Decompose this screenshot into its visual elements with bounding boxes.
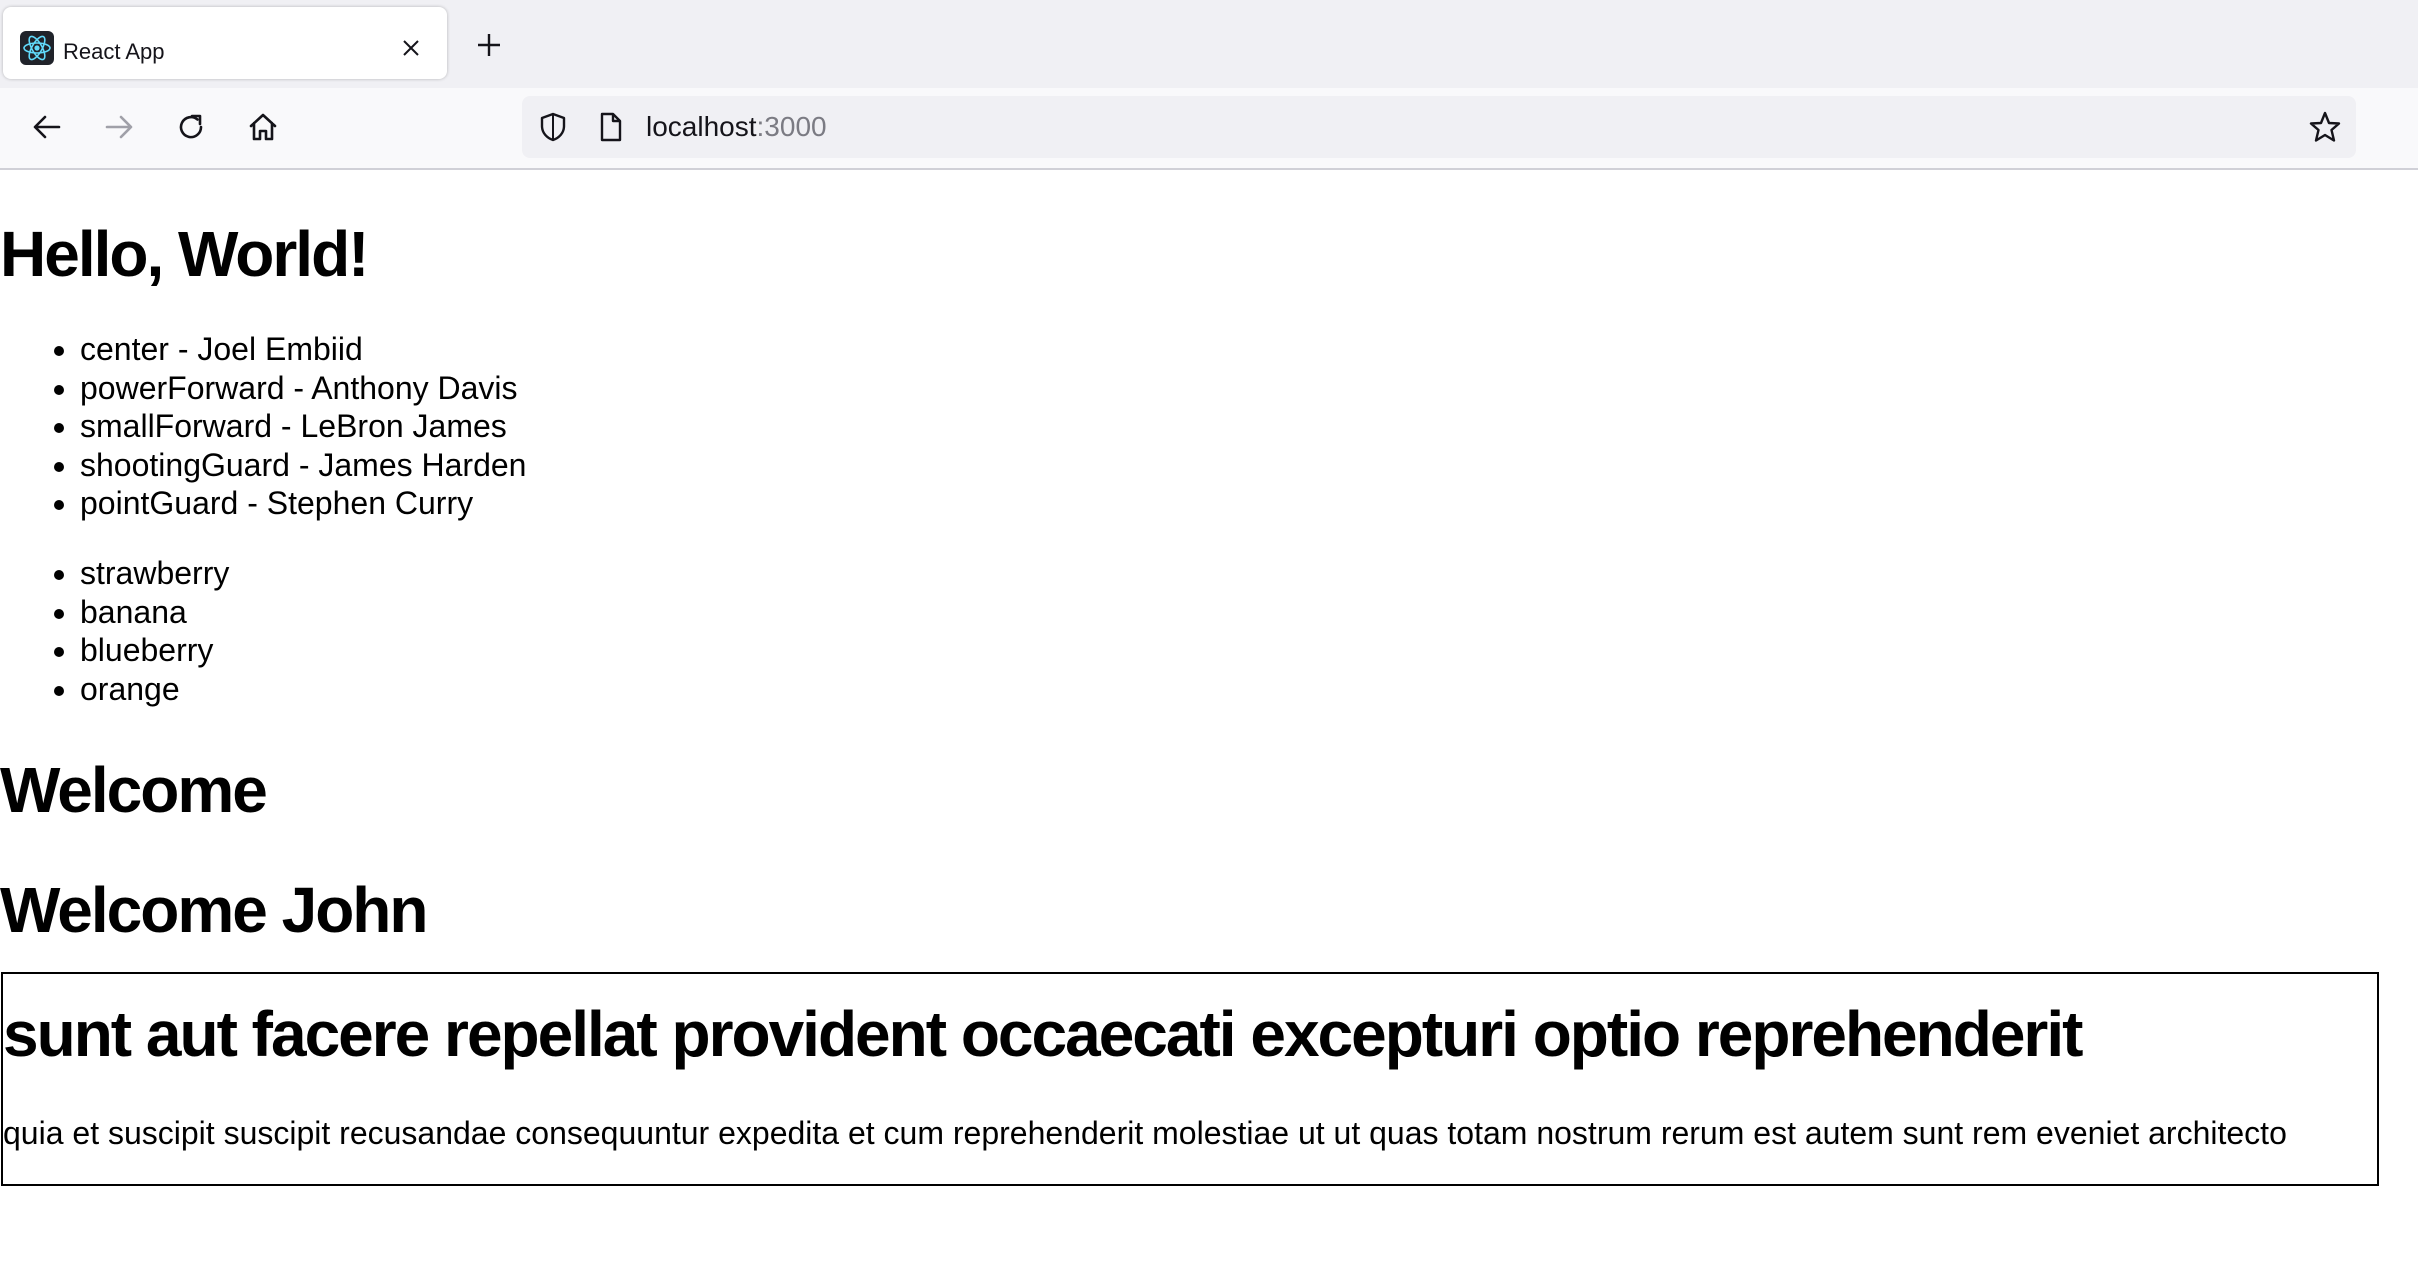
list-item: pointGuard - Stephen Curry: [80, 484, 526, 523]
list-item: banana: [80, 593, 229, 632]
list-item: smallForward - LeBron James: [80, 407, 526, 446]
post-card: sunt aut facere repellat provident occae…: [1, 972, 2379, 1186]
address-bar[interactable]: localhost:3000: [522, 96, 2356, 158]
react-logo-icon: [20, 31, 54, 65]
forward-button[interactable]: [96, 104, 142, 150]
list-item: powerForward - Anthony Davis: [80, 369, 526, 408]
home-icon: [249, 113, 277, 141]
players-list: center - Joel Embiid powerForward - Anth…: [0, 330, 526, 523]
navigation-toolbar: localhost:3000: [0, 88, 2418, 170]
url-text[interactable]: localhost:3000: [646, 110, 827, 144]
star-icon: [2309, 111, 2341, 142]
post-title: sunt aut facere repellat provident occae…: [3, 998, 2083, 1070]
page-icon[interactable]: [594, 110, 628, 144]
list-item: orange: [80, 670, 229, 709]
welcome-heading: Welcome: [0, 754, 268, 826]
fruits-list: strawberry banana blueberry orange: [0, 554, 229, 708]
page-heading: Hello, World!: [0, 218, 369, 290]
page-content: Hello, World! center - Joel Embiid power…: [0, 170, 2418, 1276]
url-port: :3000: [756, 111, 827, 142]
back-button[interactable]: [24, 104, 70, 150]
list-item: strawberry: [80, 554, 229, 593]
arrow-right-icon: [105, 115, 133, 139]
post-body: quia et suscipit suscipit recusandae con…: [3, 1115, 2287, 1151]
tab-title: React App: [63, 39, 165, 64]
arrow-left-icon: [33, 115, 61, 139]
tab-strip: React App: [0, 0, 2418, 88]
reload-button[interactable]: [168, 104, 214, 150]
list-item: shootingGuard - James Harden: [80, 446, 526, 485]
bookmark-star-button[interactable]: [2306, 108, 2344, 146]
browser-tab[interactable]: React App: [3, 7, 447, 79]
welcome-user-heading: Welcome John: [0, 874, 428, 946]
new-tab-button[interactable]: [470, 26, 508, 64]
list-item: center - Joel Embiid: [80, 330, 526, 369]
plus-icon: [478, 34, 500, 56]
home-button[interactable]: [240, 104, 286, 150]
url-host: localhost: [646, 111, 757, 142]
reload-icon: [179, 114, 203, 139]
shield-icon[interactable]: [536, 110, 570, 144]
list-item: blueberry: [80, 631, 229, 670]
close-icon[interactable]: [396, 33, 426, 63]
